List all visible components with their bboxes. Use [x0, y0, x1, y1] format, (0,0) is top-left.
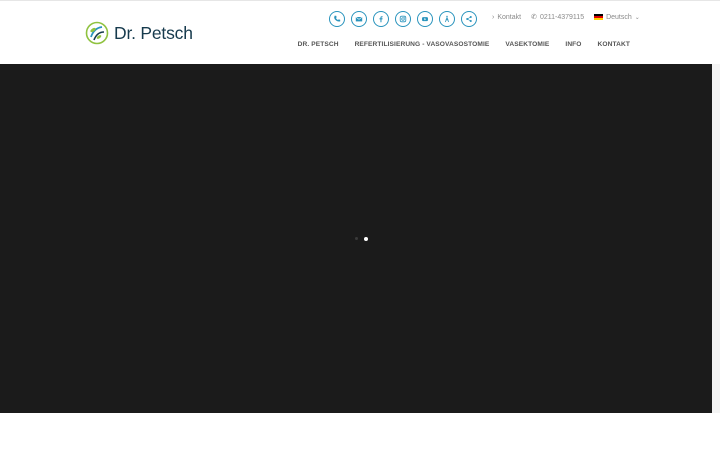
- site-logo[interactable]: Dr. Petsch: [84, 19, 193, 47]
- youtube-icon[interactable]: [417, 11, 433, 27]
- facebook-icon[interactable]: [373, 11, 389, 27]
- scrollbar[interactable]: [712, 64, 720, 413]
- main-nav: DR. PETSCH REFERTILISIERUNG - VASOVASOST…: [298, 41, 630, 48]
- top-border: [0, 0, 720, 1]
- top-meta-bar: › Kontakt ✆ 0211-4379115 Deutsch ⌄: [492, 13, 640, 22]
- nav-item-vasektomie[interactable]: VASEKTOMIE: [505, 41, 549, 48]
- chevron-down-icon: ⌄: [634, 14, 640, 21]
- social-icons: [329, 11, 477, 27]
- share-icon[interactable]: [461, 11, 477, 27]
- instagram-icon[interactable]: [395, 11, 411, 27]
- language-selector[interactable]: Deutsch ⌄: [594, 14, 640, 21]
- logo-mark-icon: [85, 21, 109, 45]
- phone-link[interactable]: ✆ 0211-4379115: [531, 13, 585, 22]
- accessibility-icon[interactable]: [439, 11, 455, 27]
- kontakt-link[interactable]: › Kontakt: [492, 14, 521, 21]
- slider-dot[interactable]: [355, 237, 358, 240]
- nav-item-info[interactable]: INFO: [565, 41, 581, 48]
- logo-text: Dr. Petsch: [114, 22, 193, 43]
- nav-item-kontakt[interactable]: KONTAKT: [598, 41, 630, 48]
- kontakt-link-label: Kontakt: [497, 13, 522, 21]
- phone-number: 0211-4379115: [539, 13, 585, 21]
- phone-small-icon: ✆: [531, 14, 537, 21]
- hero-slider[interactable]: [0, 64, 712, 413]
- envelope-icon[interactable]: [351, 11, 367, 27]
- nav-item-dr-petsch[interactable]: DR. PETSCH: [298, 41, 339, 48]
- language-label: Deutsch: [606, 13, 632, 21]
- chevron-right-icon: ›: [492, 13, 495, 21]
- german-flag-icon: [594, 14, 604, 20]
- phone-icon[interactable]: [329, 11, 345, 27]
- slider-dot-active[interactable]: [364, 237, 368, 241]
- nav-item-refertilisierung[interactable]: REFERTILISIERUNG - VASOVASOSTOMIE: [355, 41, 490, 48]
